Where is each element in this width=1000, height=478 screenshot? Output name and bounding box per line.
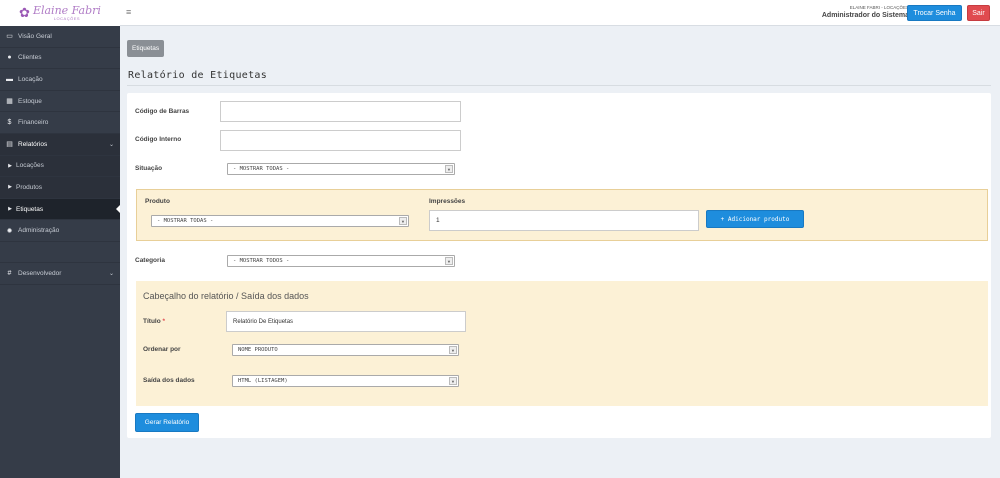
category-label: Categoria bbox=[135, 257, 165, 264]
sidebar-item-desenvolvedor[interactable]: # Desenvolvedor ⌄ bbox=[0, 263, 120, 285]
users-icon: ● bbox=[7, 54, 12, 62]
caret-right-icon: ▶ bbox=[8, 206, 12, 213]
sidebar-item-relatorios[interactable]: ▤ Relatórios ⌄ bbox=[0, 133, 120, 156]
required-mark: * bbox=[162, 318, 166, 325]
output-select[interactable]: HTML (LISTAGEM) ▼ bbox=[232, 375, 459, 387]
sidebar-item-estoque[interactable]: ▦ Estoque bbox=[0, 91, 120, 113]
user-name: Administrador do Sistema bbox=[821, 12, 909, 19]
output-label: Saída dos dados bbox=[143, 377, 195, 384]
internal-code-label: Código Interno bbox=[135, 136, 182, 143]
logo[interactable]: ✿ Elaine Fabri LOCAÇÕES bbox=[0, 0, 120, 26]
title-field-label: Título * bbox=[143, 318, 165, 325]
internal-code-input[interactable] bbox=[220, 130, 461, 151]
sidebar-nav: ▭ Visão Geral ● Clientes ▬ Locação ▦ Est… bbox=[0, 26, 120, 285]
sidebar-item-label: Estoque bbox=[18, 97, 42, 105]
product-select[interactable]: - MOSTRAR TODAS - ▼ bbox=[151, 215, 409, 227]
caret-right-icon: ▶ bbox=[8, 184, 12, 191]
order-select[interactable]: NOME PRODUTO ▼ bbox=[232, 344, 459, 356]
user-info: ELAINE FABRI - LOCAÇÕES Administrador do… bbox=[822, 5, 909, 19]
sidebar-item-clientes[interactable]: ● Clientes bbox=[0, 48, 120, 70]
sidebar-item-label: Locações bbox=[16, 162, 44, 170]
menu-toggle-icon[interactable]: ≡ bbox=[126, 7, 131, 17]
chevron-down-icon: ▼ bbox=[449, 377, 457, 385]
company-name: ELAINE FABRI - LOCAÇÕES bbox=[849, 5, 909, 10]
report-form: Código de Barras Código Interno Situação… bbox=[127, 93, 991, 438]
barcode-label: Código de Barras bbox=[135, 108, 190, 115]
sidebar-item-label: Desenvolvedor bbox=[18, 269, 62, 277]
prints-label: Impressões bbox=[429, 198, 466, 205]
sidebar-subitem-produtos[interactable]: ▶ Produtos bbox=[0, 177, 120, 199]
chevron-down-icon: ⌄ bbox=[108, 270, 114, 277]
status-select-value: - MOSTRAR TODAS - bbox=[233, 166, 290, 172]
category-select[interactable]: - MOSTRAR TODOS - ▼ bbox=[227, 255, 455, 267]
change-password-button[interactable]: Trocar Senha bbox=[907, 5, 962, 21]
product-panel: Produto - MOSTRAR TODAS - ▼ Impressões 1… bbox=[136, 189, 988, 241]
sidebar-item-label: Locação bbox=[18, 75, 43, 83]
chevron-down-icon: ▼ bbox=[399, 217, 407, 225]
output-select-value: HTML (LISTAGEM) bbox=[238, 378, 288, 384]
gear-icon: ✹ bbox=[6, 227, 13, 235]
sidebar-item-locacao[interactable]: ▬ Locação bbox=[0, 69, 120, 91]
chevron-down-icon: ▼ bbox=[445, 165, 453, 173]
sidebar-item-label: Financeiro bbox=[18, 119, 49, 127]
title-divider bbox=[127, 85, 991, 86]
hash-icon: # bbox=[7, 269, 12, 277]
grid-icon: ▦ bbox=[6, 98, 13, 106]
monitor-icon: ▭ bbox=[6, 33, 13, 41]
sidebar-item-label: Administração bbox=[18, 227, 60, 235]
sidebar-item-financeiro[interactable]: $ Financeiro bbox=[0, 112, 120, 134]
generate-report-button[interactable]: Gerar Relatório bbox=[135, 413, 199, 432]
sidebar-item-label: Clientes bbox=[18, 54, 42, 62]
prints-input[interactable]: 1 bbox=[429, 210, 699, 231]
sidebar: ✿ Elaine Fabri LOCAÇÕES ▭ Visão Geral ● … bbox=[0, 0, 120, 478]
chevron-down-icon: ⌄ bbox=[108, 141, 114, 148]
order-label: Ordenar por bbox=[143, 346, 181, 353]
output-panel: Cabeçalho do relatório / Saída dos dados… bbox=[136, 281, 988, 406]
order-select-value: NOME PRODUTO bbox=[238, 347, 278, 353]
sidebar-item-administracao[interactable]: ✹ Administração bbox=[0, 220, 120, 242]
sidebar-item-label: Visão Geral bbox=[18, 32, 52, 40]
chevron-down-icon: ▼ bbox=[445, 257, 453, 265]
sidebar-subitem-locacoes[interactable]: ▶ Locações bbox=[0, 155, 120, 178]
title-label-text: Título bbox=[143, 318, 161, 325]
add-product-button[interactable]: + Adicionar produto bbox=[706, 210, 804, 228]
barcode-input[interactable] bbox=[220, 101, 461, 122]
chevron-down-icon: ▼ bbox=[449, 346, 457, 354]
category-select-value: - MOSTRAR TODOS - bbox=[233, 258, 290, 264]
product-select-value: - MOSTRAR TODAS - bbox=[157, 218, 214, 224]
dollar-icon: $ bbox=[7, 119, 12, 127]
sidebar-item-label: Etiquetas bbox=[16, 205, 44, 213]
logout-button[interactable]: Sair bbox=[967, 5, 990, 21]
car-icon: ▬ bbox=[6, 75, 13, 83]
sidebar-item-label: Produtos bbox=[16, 183, 43, 191]
product-label: Produto bbox=[145, 198, 170, 205]
sidebar-item-visao-geral[interactable]: ▭ Visão Geral bbox=[0, 26, 120, 48]
logo-text: Elaine Fabri LOCAÇÕES bbox=[33, 5, 101, 21]
sidebar-spacer bbox=[0, 242, 120, 263]
page-title: Relatório de Etiquetas bbox=[128, 70, 268, 81]
report-title-input[interactable]: Relatório De Etiquetas bbox=[226, 311, 466, 332]
status-select[interactable]: - MOSTRAR TODAS - ▼ bbox=[227, 163, 455, 175]
output-panel-title: Cabeçalho do relatório / Saída dos dados bbox=[143, 291, 309, 301]
top-bar: ≡ ELAINE FABRI - LOCAÇÕES Administrador … bbox=[120, 0, 1000, 26]
breadcrumb[interactable]: Etiquetas bbox=[127, 40, 165, 57]
flower-icon: ✿ bbox=[19, 5, 30, 20]
print-icon: ▤ bbox=[6, 141, 13, 149]
sidebar-item-label: Relatórios bbox=[18, 140, 48, 148]
sidebar-subitem-etiquetas[interactable]: ▶ Etiquetas bbox=[0, 198, 120, 221]
status-label: Situação bbox=[135, 165, 163, 172]
caret-right-icon: ▶ bbox=[8, 162, 12, 169]
